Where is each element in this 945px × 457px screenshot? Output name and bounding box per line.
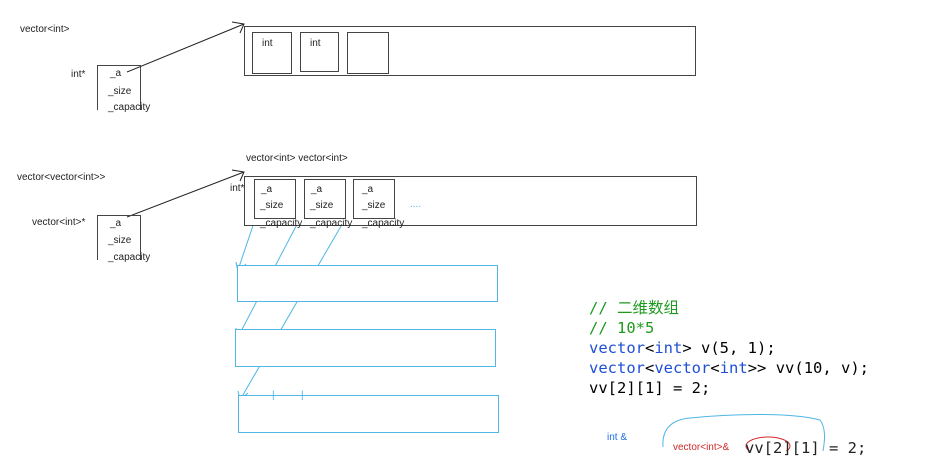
diagram2-inner-ptr-type: int* <box>230 183 245 194</box>
code-block: // 二维数组// 10*5 vector<int> v(5, 1); vector… <box>589 278 869 418</box>
field-size: _size <box>310 200 334 211</box>
inner-int-array-2 <box>235 329 496 367</box>
field-size: _size <box>108 86 132 97</box>
field-a: _a <box>261 184 273 195</box>
code-token: < <box>645 339 655 357</box>
inner-vector-object: _a _size _capacity <box>353 179 404 229</box>
field-capacity: _capacity <box>310 218 353 229</box>
inner-vector-object: _a _size _capacity <box>254 179 302 229</box>
diagram2-ptr-type: vector<int>* <box>32 217 86 228</box>
code-token: int <box>654 339 683 357</box>
code-token: int <box>719 359 748 377</box>
tick-mark: | <box>272 390 275 401</box>
code-token: vv <box>775 359 795 377</box>
inner-int-array-1 <box>237 265 498 302</box>
code-token: vector <box>654 359 711 377</box>
field-size: _size <box>108 235 132 246</box>
int-cell-label: int <box>262 38 273 49</box>
inner-vector-object: _a _size _capacity <box>304 179 352 229</box>
diagram2-vector-object: _a _size _capacity <box>97 215 150 263</box>
code-line-4: vector<vector<int>> vv(10, v); <box>589 358 869 378</box>
code-token: vector <box>589 339 645 357</box>
inner-int-array-3: | | <box>238 390 499 433</box>
code-token: vector <box>589 359 645 377</box>
diagram1-heap-array: int int <box>244 26 696 76</box>
field-a: _a <box>362 184 374 195</box>
field-a: _a <box>311 184 323 195</box>
diagram1-title: vector<int> <box>20 24 70 35</box>
field-size: _size <box>260 200 284 211</box>
field-capacity: _capacity <box>108 252 151 263</box>
int-cell: int <box>300 32 339 72</box>
code-token: < <box>710 359 720 377</box>
field-capacity: _capacity <box>362 218 405 229</box>
bottom-code: vv[2][1] = 2; <box>745 439 867 457</box>
diagram1-vector-object: _a _size _capacity <box>97 65 150 113</box>
code-comment-1: // 二维数组 <box>589 299 679 317</box>
field-capacity: _capacity <box>108 102 151 113</box>
code-token: (10, v); <box>794 359 870 377</box>
diagram2-title: vector<vector<int>> <box>17 172 106 183</box>
int-cell-label: int <box>310 38 321 49</box>
diagram2-array-label: vector<int> vector<int> <box>246 153 348 164</box>
field-a: _a <box>110 218 122 229</box>
int-cell: int <box>252 32 292 74</box>
tick-mark: | <box>301 390 304 401</box>
arrowhead-1 <box>231 21 245 34</box>
empty-cell <box>347 32 389 74</box>
pointer-arrow-1 <box>126 23 245 73</box>
code-line-5: vv[2][1] = 2; <box>589 379 711 397</box>
code-line-3: vector<int> v(5, 1); <box>589 338 869 358</box>
code-token: >> <box>747 359 776 377</box>
vector-ref-label: vector<int>& <box>673 442 730 453</box>
diagram1-ptr-type: int* <box>71 69 86 80</box>
code-comment-2: // 10*5 <box>589 319 655 337</box>
field-capacity: _capacity <box>260 218 303 229</box>
code-token: < <box>645 359 655 377</box>
int-ref-label: int & <box>607 432 628 443</box>
field-a: _a <box>110 68 122 79</box>
ellipsis: .... <box>410 199 422 210</box>
code-token: > v(5, 1); <box>682 339 776 357</box>
diagram2-heap-array: _a _size _capacity _a _size _capacity _a… <box>244 176 697 229</box>
pointer-arrow-2 <box>126 171 245 218</box>
field-size: _size <box>362 200 386 211</box>
